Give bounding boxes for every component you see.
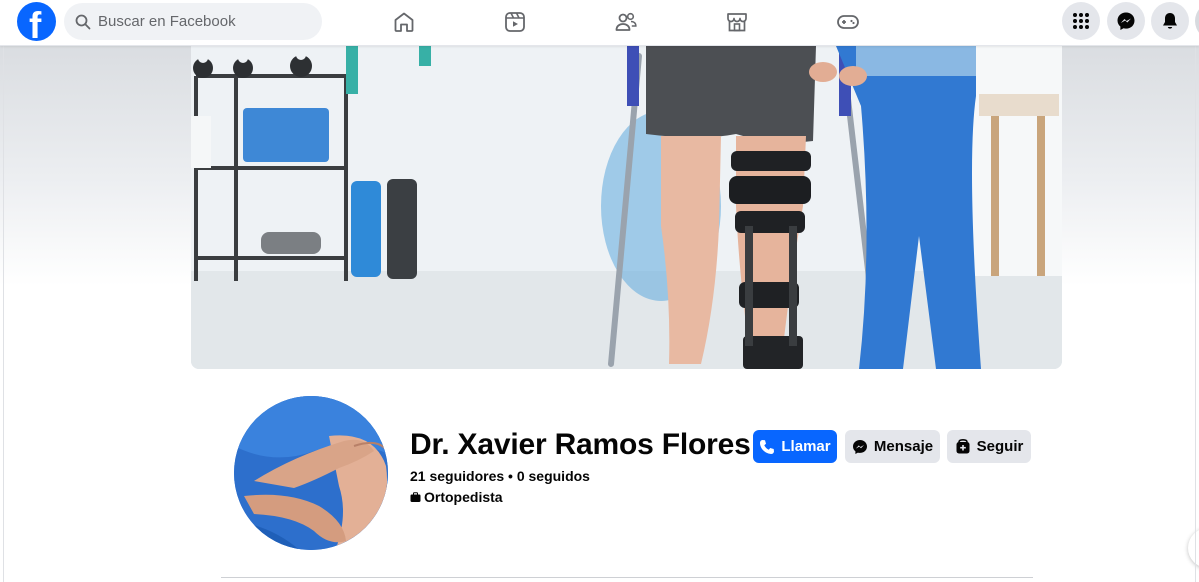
nav-tab-gaming[interactable] [792,0,904,44]
profile-picture[interactable] [232,394,390,552]
follow-button-label: Seguir [976,438,1024,455]
nav-tab-marketplace[interactable] [681,0,793,44]
messenger-icon [1117,12,1135,30]
home-icon [394,12,414,32]
message-button-label: Mensaje [873,438,934,455]
marketplace-icon [727,13,747,32]
menu-grid-icon [1073,13,1089,29]
nav-tab-home[interactable] [348,0,460,44]
follower-stats[interactable]: 21 seguidores • 0 seguidos [410,468,590,484]
header-divider [221,577,1033,578]
notifications-bell-icon [1163,13,1177,29]
call-button[interactable]: Llamar [753,430,837,463]
search-icon [75,14,91,29]
friends-icon [615,12,637,31]
account-avatar[interactable] [1195,2,1199,40]
call-button-label: Llamar [781,438,831,455]
category-label: Ortopedista [424,489,503,505]
facebook-logo-icon[interactable]: f [17,2,56,41]
cover-photo-image [191,46,1062,369]
notifications-button[interactable] [1151,2,1189,40]
messenger-button[interactable] [1107,2,1145,40]
nav-tab-friends[interactable] [570,0,682,44]
floating-action-button[interactable] [1188,528,1199,568]
page-title: Dr. Xavier Ramos Flores [410,428,751,461]
nav-tab-video[interactable] [459,0,571,44]
search-box[interactable] [64,3,322,40]
follow-button[interactable]: Seguir [947,430,1031,463]
gaming-icon [837,15,859,29]
top-navigation-bar: f [0,0,1199,46]
category-line: Ortopedista [410,489,503,505]
menu-button[interactable] [1062,2,1100,40]
message-button[interactable]: Mensaje [845,430,940,463]
profile-picture-image [234,396,388,550]
messenger-icon [852,439,867,454]
cover-photo[interactable] [191,46,1062,369]
follow-icon [956,438,970,453]
phone-icon [760,439,775,454]
briefcase-icon [410,491,421,502]
reels-icon [505,12,525,32]
profile-page: f Buscar en Facebook Dr. Xavier Ramos Fl… [0,0,1199,582]
search-input[interactable] [98,13,298,30]
